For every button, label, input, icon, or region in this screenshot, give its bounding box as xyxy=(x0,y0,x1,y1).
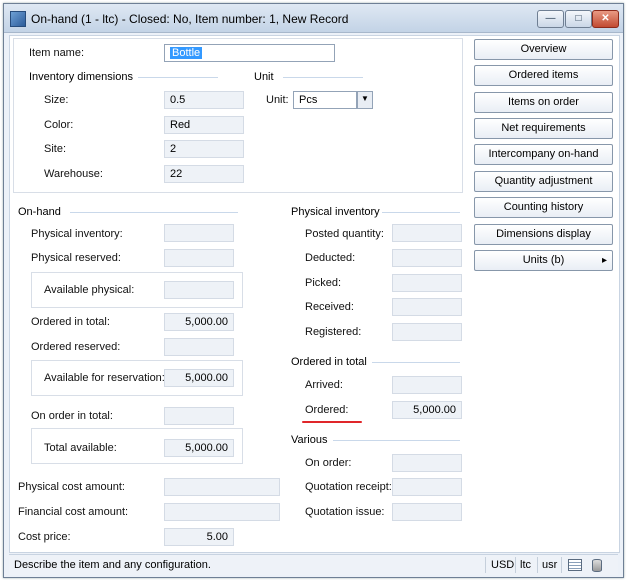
notification-icon[interactable] xyxy=(568,559,582,571)
ordered-in-total-title: Ordered in total xyxy=(291,356,367,368)
on-order-label: On order: xyxy=(305,457,352,469)
inventory-dimensions-divider xyxy=(138,77,218,78)
ordered-underline xyxy=(302,421,362,423)
maximize-button[interactable]: □ xyxy=(565,10,592,28)
on-order-in-total-label: On order in total: xyxy=(31,410,113,422)
close-button[interactable]: ✕ xyxy=(592,10,619,28)
deducted-label: Deducted: xyxy=(305,252,356,264)
picked-field[interactable] xyxy=(392,274,462,292)
available-physical-label: Available physical: xyxy=(44,284,135,296)
quantity-adjustment-button[interactable]: Quantity adjustment xyxy=(474,171,613,192)
posted-quantity-field[interactable] xyxy=(392,224,462,242)
dimensions-display-button[interactable]: Dimensions display xyxy=(474,224,613,245)
size-field[interactable]: 0.5 xyxy=(164,91,244,109)
unit-select[interactable]: Pcs xyxy=(293,91,357,109)
ordered-reserved-label: Ordered reserved: xyxy=(31,341,121,353)
database-icon[interactable] xyxy=(592,559,602,572)
received-field[interactable] xyxy=(392,298,462,316)
physical-cost-amount-field[interactable] xyxy=(164,478,280,496)
color-field[interactable]: Red xyxy=(164,116,244,134)
chevron-right-icon: ▸ xyxy=(601,255,607,266)
warehouse-label: Warehouse: xyxy=(44,168,103,180)
physical-cost-amount-label: Physical cost amount: xyxy=(18,481,125,493)
status-separator xyxy=(537,557,538,573)
status-message: Describe the item and any configuration. xyxy=(14,559,211,571)
available-for-reservation-label: Available for reservation: xyxy=(44,372,165,384)
title-bar: On-hand (1 - ltc) - Closed: No, Item num… xyxy=(4,4,623,33)
ordered-in-total-divider xyxy=(372,362,460,363)
quotation-receipt-field[interactable] xyxy=(392,478,462,496)
overview-button[interactable]: Overview xyxy=(474,39,613,60)
item-name-label: Item name: xyxy=(29,47,85,59)
arrived-label: Arrived: xyxy=(305,379,343,391)
physical-reserved-label: Physical reserved: xyxy=(31,252,121,264)
status-separator xyxy=(515,557,516,573)
deducted-field[interactable] xyxy=(392,249,462,267)
units-b-button[interactable]: Units (b) ▸ xyxy=(474,250,613,271)
net-requirements-button[interactable]: Net requirements xyxy=(474,118,613,139)
chevron-down-icon[interactable]: ▼ xyxy=(357,91,373,109)
ordered-field[interactable]: 5,000.00 xyxy=(392,401,462,419)
client-area: Item name: Bottle Inventory dimensions S… xyxy=(9,35,620,553)
status-currency[interactable]: USD xyxy=(491,559,514,571)
status-company[interactable]: ltc xyxy=(520,559,531,571)
window-title: On-hand (1 - ltc) - Closed: No, Item num… xyxy=(31,12,349,26)
registered-label: Registered: xyxy=(305,326,362,338)
unit-divider xyxy=(283,77,363,78)
ordered-in-total-label: Ordered in total: xyxy=(31,316,110,328)
status-layer[interactable]: usr xyxy=(542,559,557,571)
onhand-divider xyxy=(70,212,238,213)
unit-label: Unit: xyxy=(266,94,289,106)
color-label: Color: xyxy=(44,119,74,131)
registered-field[interactable] xyxy=(392,323,462,341)
physical-inventory-field[interactable] xyxy=(164,224,234,242)
total-available-label: Total available: xyxy=(44,442,117,454)
physical-inventory-label: Physical inventory: xyxy=(31,228,123,240)
total-available-field[interactable]: 5,000.00 xyxy=(164,439,234,457)
financial-cost-amount-label: Financial cost amount: xyxy=(18,506,129,518)
various-divider xyxy=(333,440,460,441)
quotation-issue-field[interactable] xyxy=(392,503,462,521)
intercompany-onhand-button[interactable]: Intercompany on-hand xyxy=(474,144,613,165)
items-on-order-button[interactable]: Items on order xyxy=(474,92,613,113)
status-bar: Describe the item and any configuration.… xyxy=(9,554,618,575)
picked-label: Picked: xyxy=(305,277,342,289)
physical-inventory-title: Physical inventory xyxy=(291,206,380,218)
inventory-dimensions-title: Inventory dimensions xyxy=(29,71,133,83)
status-separator xyxy=(485,557,486,573)
available-physical-field[interactable] xyxy=(164,281,234,299)
status-separator xyxy=(561,557,562,573)
arrived-field[interactable] xyxy=(392,376,462,394)
quotation-issue-label: Quotation issue: xyxy=(305,506,385,518)
quotation-receipt-label: Quotation receipt: xyxy=(305,481,392,493)
ordered-reserved-field[interactable] xyxy=(164,338,234,356)
units-b-label: Units (b) xyxy=(522,254,565,266)
on-order-field[interactable] xyxy=(392,454,462,472)
app-icon xyxy=(10,11,26,27)
size-label: Size: xyxy=(44,94,69,106)
unit-title: Unit xyxy=(254,71,274,83)
site-field[interactable]: 2 xyxy=(164,140,244,158)
posted-quantity-label: Posted quantity: xyxy=(305,228,384,240)
physical-reserved-field[interactable] xyxy=(164,249,234,267)
item-name-value: Bottle xyxy=(170,47,203,59)
onhand-title: On-hand xyxy=(18,206,61,218)
ordered-label: Ordered: xyxy=(305,404,349,416)
various-title: Various xyxy=(291,434,328,446)
available-for-reservation-field[interactable]: 5,000.00 xyxy=(164,369,234,387)
warehouse-field[interactable]: 22 xyxy=(164,165,244,183)
item-name-field[interactable]: Bottle xyxy=(164,44,335,62)
site-label: Site: xyxy=(44,143,67,155)
counting-history-button[interactable]: Counting history xyxy=(474,197,613,218)
ordered-items-button[interactable]: Ordered items xyxy=(474,65,613,86)
cost-price-field[interactable]: 5.00 xyxy=(164,528,234,546)
cost-price-label: Cost price: xyxy=(18,531,71,543)
physical-inventory-divider xyxy=(382,212,460,213)
financial-cost-amount-field[interactable] xyxy=(164,503,280,521)
ordered-in-total-field[interactable]: 5,000.00 xyxy=(164,313,234,331)
on-order-in-total-field[interactable] xyxy=(164,407,234,425)
minimize-button[interactable]: — xyxy=(537,10,564,28)
received-label: Received: xyxy=(305,301,354,313)
onhand-window: On-hand (1 - ltc) - Closed: No, Item num… xyxy=(3,3,624,578)
